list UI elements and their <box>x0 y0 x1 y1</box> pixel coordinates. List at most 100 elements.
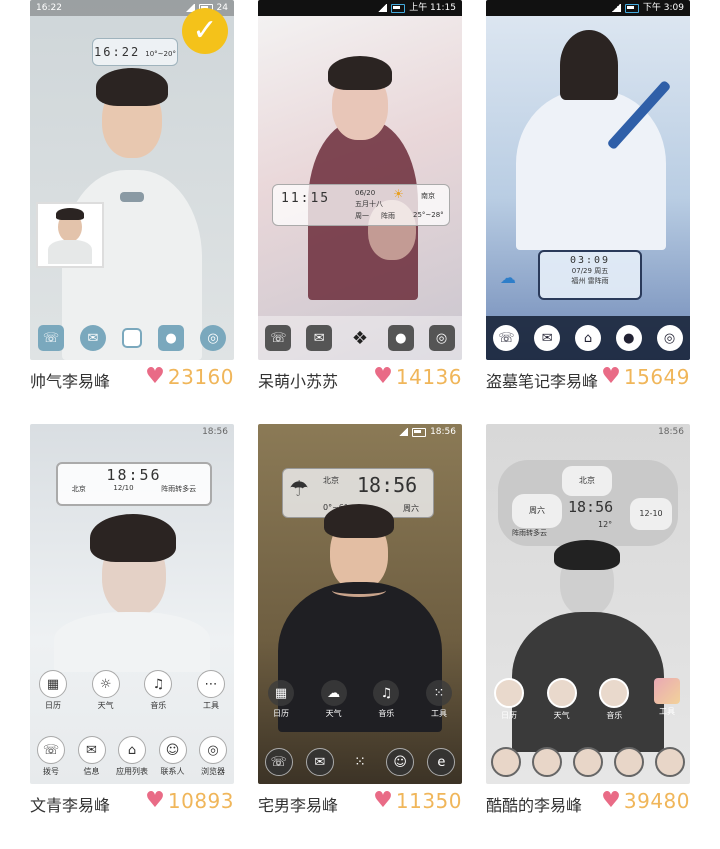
avatar-dock-icon-2[interactable] <box>532 747 563 777</box>
theme-preview-5[interactable]: 18:56 ☂ 北京 18:56 0°~6° 周六 ▦日历 ☁天气 ♫音乐 ⁙工… <box>258 424 462 784</box>
avatar-dock-icon-4[interactable] <box>613 747 644 777</box>
theme-preview-4[interactable]: 18:56 18:56 北京 12/10 阵雨转多云 ▦ 日历 ☼ 天气 ♫ 音乐 ⋯ 工具… <box>30 424 234 784</box>
message-icon[interactable]: ✉ <box>306 325 333 351</box>
music-icon: ♫ <box>373 680 400 706</box>
card-caption: 盗墓笔记李易峰 ♥ 15649 <box>486 365 690 392</box>
heart-icon[interactable]: ♥ <box>373 366 393 388</box>
browser-icon[interactable]: ◎ <box>200 325 226 351</box>
contact-icon[interactable]: ☺ <box>386 748 415 776</box>
dock <box>486 740 690 784</box>
card-caption: 文青李易峰 ♥ 10893 <box>30 790 234 816</box>
theme-name[interactable]: 酷酷的李易峰 <box>486 792 582 816</box>
theme-preview-6[interactable]: 18:56 北京 周六 18:56 12-10 阵雨转多云 12° 日历 天气 … <box>486 424 690 784</box>
browser-icon[interactable]: ◎ <box>656 325 683 351</box>
card-caption: 呆萌小苏苏 ♥ 14136 <box>258 365 462 392</box>
app-music[interactable]: ♫ 音乐 <box>369 680 403 719</box>
diamond-icon[interactable]: ❖ <box>347 325 373 351</box>
phone-icon: ☏ <box>37 736 65 764</box>
calendar-icon: ▦ <box>268 680 294 706</box>
app-drawer-icon[interactable]: ⁙ <box>347 749 373 775</box>
app-browser[interactable]: ◎ 浏览器 <box>196 736 230 777</box>
theme-name[interactable]: 帅气李易峰 <box>30 368 110 392</box>
app-messages[interactable]: ✉ 信息 <box>75 736 109 777</box>
app-music[interactable]: ♫ 音乐 <box>141 670 175 711</box>
theme-card-6[interactable]: 18:56 北京 周六 18:56 12-10 阵雨转多云 12° 日历 天气 … <box>486 424 690 816</box>
app-tools[interactable]: 工具 <box>650 678 684 721</box>
clock-widget: 北京 周六 18:56 12-10 阵雨转多云 12° <box>498 460 678 546</box>
heart-icon[interactable]: ♥ <box>373 790 393 812</box>
app-weather[interactable]: ☁ 天气 <box>317 680 351 719</box>
contact-icon[interactable]: ● <box>615 325 642 351</box>
phone-icon[interactable]: ☏ <box>265 325 292 351</box>
app-row-top: ▦ 日历 ☁ 天气 ♫ 音乐 ⁙ 工具 <box>264 680 456 719</box>
theme-card-2[interactable]: 上午 11:15 11:15 06/20 五月十八 周一 阵雨 南京 25°~2… <box>258 0 462 392</box>
like-count: 14136 <box>395 365 462 389</box>
theme-preview-1[interactable]: 16:22 24 16:22 10°~20° ☏ ✉ ● ◎ ✓ <box>30 0 234 360</box>
theme-name[interactable]: 盗墓笔记李易峰 <box>486 368 598 392</box>
app-contacts[interactable]: ☺ 联系人 <box>156 736 190 777</box>
status-bar: 上午 11:15 <box>258 0 462 16</box>
browser-icon[interactable]: e <box>427 748 456 776</box>
theme-preview-2[interactable]: 上午 11:15 11:15 06/20 五月十八 周一 阵雨 南京 25°~2… <box>258 0 462 360</box>
tools-icon: ⋯ <box>196 670 225 698</box>
app-list[interactable]: ⌂ 应用列表 <box>115 736 149 777</box>
like-count: 39480 <box>623 789 690 813</box>
like-count: 23160 <box>167 365 234 389</box>
theme-card-1[interactable]: 16:22 24 16:22 10°~20° ☏ ✉ ● ◎ ✓ 帅气李易峰 ♥… <box>30 0 234 392</box>
dock: ☏ ✉ ⁙ ☺ e <box>258 740 462 784</box>
clock-widget: 16:22 10°~20° <box>92 38 178 66</box>
heart-icon[interactable]: ♥ <box>601 366 621 388</box>
theme-name[interactable]: 文青李易峰 <box>30 792 110 816</box>
app-weather[interactable]: ☼ 天气 <box>89 670 123 711</box>
card-caption: 帅气李易峰 ♥ 23160 <box>30 365 234 392</box>
theme-card-3[interactable]: 下午 3:09 03:09 07/29 周五 福州 雷阵雨 ☁ ☏ ✉ ⌂ ● … <box>486 0 690 392</box>
heart-icon[interactable]: ♥ <box>145 366 165 388</box>
app-calendar[interactable]: 日历 <box>492 678 526 721</box>
home-icon: ⌂ <box>118 736 146 764</box>
tools-icon: ⁙ <box>425 680 452 706</box>
music-icon: ♫ <box>144 670 173 698</box>
browser-icon[interactable]: ◎ <box>428 325 455 351</box>
theme-name[interactable]: 呆萌小苏苏 <box>258 368 338 392</box>
theme-name[interactable]: 宅男李易峰 <box>258 792 338 816</box>
app-row-top: 日历 天气 音乐 工具 <box>492 678 684 721</box>
home-icon[interactable]: ⌂ <box>574 325 601 351</box>
like-count: 15649 <box>623 365 690 389</box>
avatar-dock-icon-3[interactable] <box>572 747 603 777</box>
message-icon[interactable]: ✉ <box>305 748 334 776</box>
contact-icon[interactable]: ● <box>387 325 414 351</box>
app-music[interactable]: 音乐 <box>597 678 631 721</box>
weather-sun-icon: ☀ <box>393 187 404 201</box>
message-icon: ✉ <box>77 736 106 764</box>
heart-icon[interactable]: ♥ <box>145 790 165 812</box>
avatar-dock-icon-5[interactable] <box>654 747 685 777</box>
home-square-icon[interactable] <box>122 328 142 348</box>
weather-icon: ☼ <box>91 670 120 698</box>
phone-icon[interactable]: ☏ <box>38 325 64 351</box>
app-weather[interactable]: 天气 <box>545 678 579 721</box>
avatar-dock-icon-1[interactable] <box>491 747 522 777</box>
app-calendar[interactable]: ▦ 日历 <box>264 680 298 719</box>
app-tools[interactable]: ⁙ 工具 <box>422 680 456 719</box>
heart-icon[interactable]: ♥ <box>601 790 621 812</box>
status-bar: 18:56 <box>258 424 462 440</box>
weather-icon: ☁ <box>320 680 347 706</box>
like-count: 11350 <box>395 789 462 813</box>
dock: ☏ ✉ ● ◎ <box>30 316 234 360</box>
calendar-icon: ▦ <box>39 670 67 698</box>
app-row-top: ▦ 日历 ☼ 天气 ♫ 音乐 ⋯ 工具 <box>36 670 228 711</box>
message-icon[interactable]: ✉ <box>80 325 106 351</box>
phone-icon[interactable]: ☏ <box>264 748 293 776</box>
app-dialer[interactable]: ☏ 拨号 <box>34 736 68 777</box>
avatar-weather-icon <box>546 678 577 708</box>
tools-icon <box>653 678 680 704</box>
message-icon[interactable]: ✉ <box>534 325 561 351</box>
theme-card-5[interactable]: 18:56 ☂ 北京 18:56 0°~6° 周六 ▦日历 ☁天气 ♫音乐 ⁙工… <box>258 424 462 816</box>
theme-preview-3[interactable]: 下午 3:09 03:09 07/29 周五 福州 雷阵雨 ☁ ☏ ✉ ⌂ ● … <box>486 0 690 360</box>
theme-card-4[interactable]: 18:56 18:56 北京 12/10 阵雨转多云 ▦ 日历 ☼ 天气 ♫ 音乐 ⋯ 工具… <box>30 424 234 816</box>
app-tools[interactable]: ⋯ 工具 <box>194 670 228 711</box>
contact-icon[interactable]: ● <box>158 325 184 351</box>
app-calendar[interactable]: ▦ 日历 <box>36 670 70 711</box>
photo-widget <box>36 202 104 268</box>
phone-icon[interactable]: ☏ <box>493 325 520 351</box>
